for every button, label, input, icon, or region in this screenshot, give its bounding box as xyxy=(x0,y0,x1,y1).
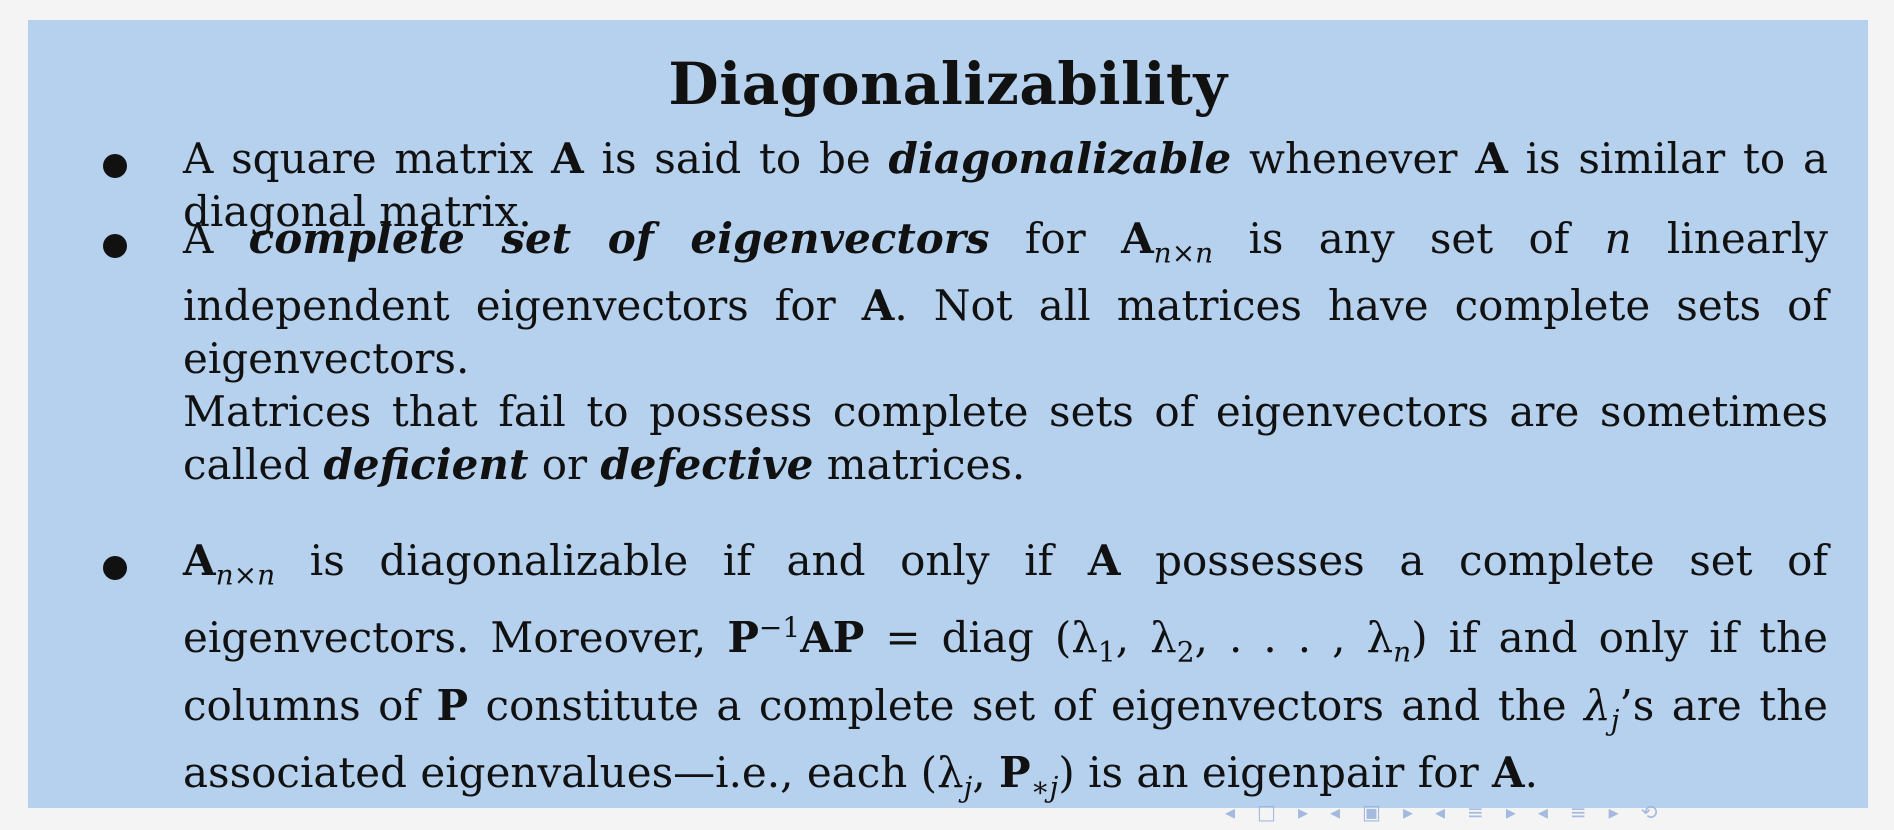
matrix-P: P xyxy=(436,680,469,730)
text: , . . . , λ xyxy=(1194,613,1394,663)
slide-title: Diagonalizability xyxy=(668,50,1228,118)
nav-subsection-icon[interactable]: ▣ xyxy=(1362,800,1381,824)
matrix-A: A xyxy=(861,281,895,331)
text: is any set of xyxy=(1213,214,1605,263)
nav-next-frame-icon[interactable]: ▸ xyxy=(1298,800,1308,824)
matrix-P: P xyxy=(999,748,1031,798)
paragraph-2: Matrices that fail to possess complete s… xyxy=(183,385,1828,491)
text: for xyxy=(989,214,1122,263)
nav-next-section-icon[interactable]: ▸ xyxy=(1506,800,1516,824)
matrix-A: A xyxy=(1087,536,1121,585)
text: whenever xyxy=(1231,134,1476,183)
nav-search-icon[interactable]: ⟲ xyxy=(1641,800,1658,824)
lambda: λ xyxy=(1584,680,1611,730)
text: ) is an eigenpair for xyxy=(1058,748,1492,798)
text: , λ xyxy=(1115,613,1177,663)
text: is said to be xyxy=(583,134,889,183)
term-deficient: deficient xyxy=(323,440,529,490)
text: is diagonalizable if and only if xyxy=(275,536,1088,585)
nav-section-icon[interactable]: ≡ xyxy=(1467,800,1484,824)
text: matrices. xyxy=(813,440,1026,490)
subscript: n×n xyxy=(1153,236,1214,270)
bullet-3 xyxy=(103,556,127,580)
nav-prev-section-icon[interactable]: ◂ xyxy=(1435,800,1445,824)
subscript: n×n xyxy=(215,558,276,592)
nav-prev-frame-icon[interactable]: ◂ xyxy=(1225,800,1235,824)
subscript: ∗j xyxy=(1030,770,1059,804)
superscript: −1 xyxy=(758,611,801,645)
matrix-AP: AP xyxy=(800,613,865,663)
term-defective: defective xyxy=(600,440,814,490)
term-complete-set: complete set of eigenvectors xyxy=(248,214,990,263)
bullet-1 xyxy=(103,154,127,178)
nav-prev-doc-icon[interactable]: ◂ xyxy=(1538,800,1548,824)
matrix-A: A xyxy=(1492,748,1525,798)
nav-next-doc-icon[interactable]: ▸ xyxy=(1609,800,1619,824)
matrix-P: P xyxy=(727,613,759,663)
nav-doc-icon[interactable]: ≡ xyxy=(1570,800,1587,824)
term-diagonalizable: diagonalizable xyxy=(888,134,1232,183)
text: A xyxy=(183,214,249,263)
subscript: n xyxy=(1393,635,1412,669)
nav-next-subsection-icon[interactable]: ▸ xyxy=(1403,800,1413,824)
subscript: 2 xyxy=(1176,635,1195,669)
text: constitute a complete set of eigenvector… xyxy=(468,680,1585,730)
subscript: 1 xyxy=(1097,635,1116,669)
matrix-A: A xyxy=(551,134,584,183)
matrix-A: A xyxy=(1475,134,1508,183)
text: = diag (λ xyxy=(864,613,1098,663)
bullet-2 xyxy=(103,234,127,258)
nav-prev-subsection-icon[interactable]: ◂ xyxy=(1330,800,1340,824)
slide: Diagonalizability A square matrix A is s… xyxy=(28,20,1868,808)
nav-frame-icon[interactable]: □ xyxy=(1257,800,1276,824)
text: , xyxy=(972,748,1000,798)
text: or xyxy=(528,440,601,490)
matrix-A: A xyxy=(183,536,216,585)
text: A square matrix xyxy=(183,134,552,183)
text: . xyxy=(1524,748,1538,798)
var-n: n xyxy=(1604,214,1632,263)
bullet-item-3: An×n is diagonalizable if and only if A … xyxy=(183,534,1828,814)
matrix-A: A xyxy=(1121,214,1154,263)
bullet-item-2: A complete set of eigenvectors for An×n … xyxy=(183,212,1828,491)
beamer-navigation: ◂ □ ▸ ◂ ▣ ▸ ◂ ≡ ▸ ◂ ≡ ▸ ⟲ xyxy=(1225,800,1845,824)
